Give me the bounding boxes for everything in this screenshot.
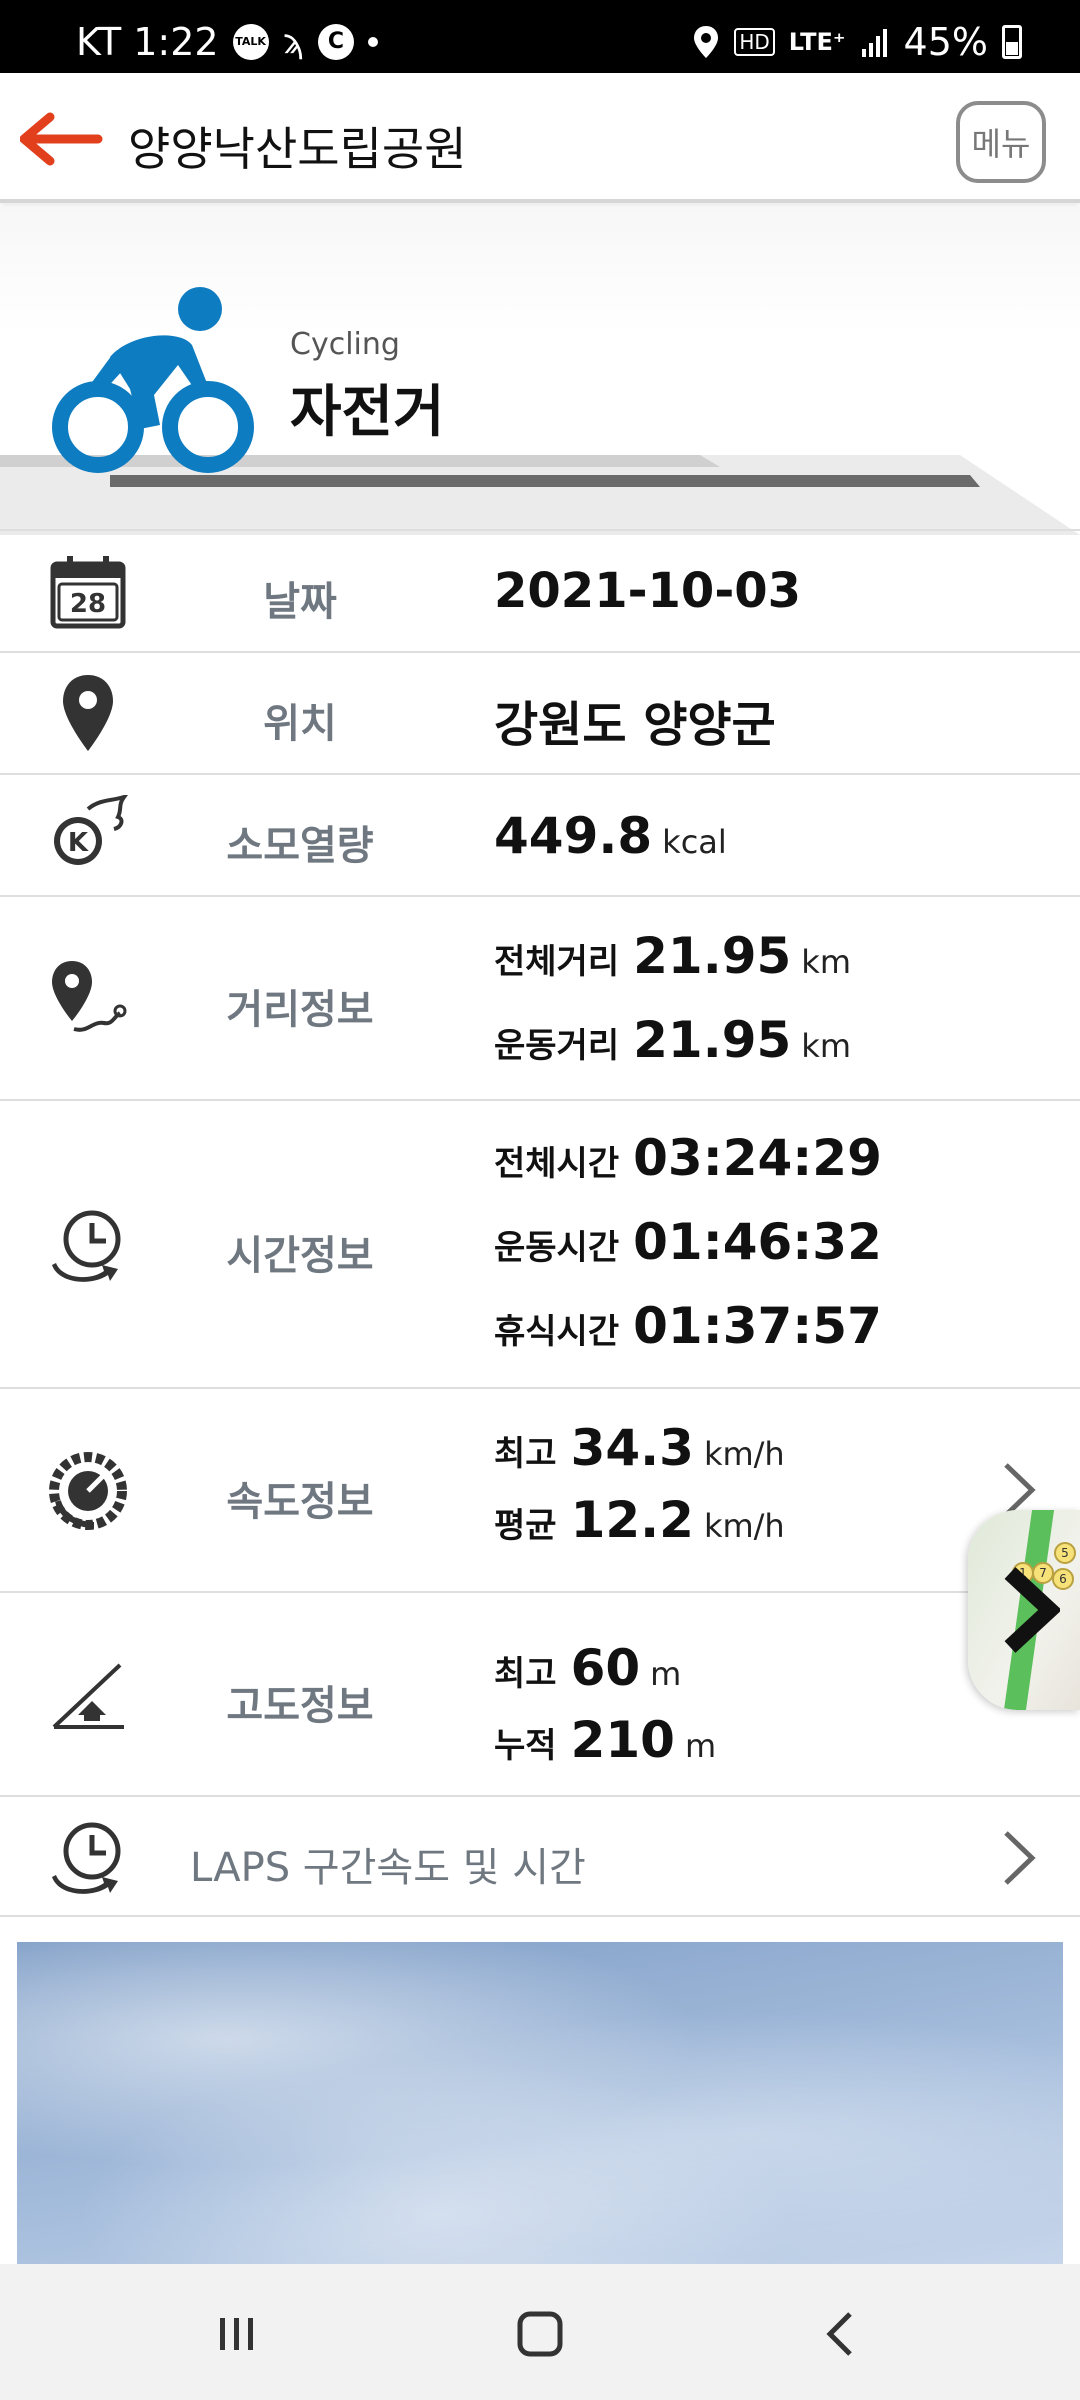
max-speed-label: 최고 bbox=[494, 1434, 557, 1474]
map-next-arrow-icon[interactable] bbox=[1000, 1565, 1060, 1655]
moving-distance-unit: km bbox=[801, 1027, 851, 1065]
total-time-value: 03:24:29 bbox=[633, 1129, 882, 1187]
altitude-label: 고도정보 bbox=[226, 1683, 374, 1729]
calories-row: K 소모열량 449.8 kcal bbox=[0, 773, 1080, 895]
back-button[interactable] bbox=[19, 111, 104, 167]
calendar-day: 28 bbox=[70, 589, 106, 619]
max-altitude-value: 60 bbox=[570, 1639, 641, 1697]
moving-time-label: 운동시간 bbox=[494, 1228, 620, 1268]
activity-photo[interactable] bbox=[17, 1942, 1063, 2264]
page-title: 양양낙산도립공원 bbox=[128, 122, 467, 176]
status-bar: KT 1:22 TALK ϡ C HD LTE⁺ 45% bbox=[0, 0, 1080, 73]
dot-icon bbox=[367, 37, 378, 47]
distance-row: 거리정보 전체거리 21.95 km 운동거리 21.95 km bbox=[0, 895, 1080, 1099]
home-icon[interactable] bbox=[510, 2304, 570, 2364]
system-nav-bar bbox=[0, 2264, 1080, 2400]
calorie-burn-icon: K bbox=[48, 795, 128, 875]
nav-back-icon[interactable] bbox=[812, 2304, 872, 2364]
elevation-icon bbox=[48, 1655, 128, 1735]
time-row: 시간정보 전체시간 03:24:29 운동시간 01:46:32 휴식시간 01:37… bbox=[0, 1099, 1080, 1387]
moving-distance-label: 운동거리 bbox=[494, 1026, 620, 1066]
laps-row[interactable]: LAPS 구간속도 및 시간 bbox=[0, 1795, 1080, 1917]
hd-icon: HD bbox=[734, 28, 775, 56]
speed-row[interactable]: 속도정보 최고 34.3 km/h 평균 12.2 km/h bbox=[0, 1387, 1080, 1591]
total-time-label: 전체시간 bbox=[494, 1144, 620, 1184]
total-distance-label: 전체거리 bbox=[494, 942, 620, 982]
c-icon: C bbox=[317, 24, 354, 60]
chevron-right-icon bbox=[1004, 1831, 1036, 1885]
cumulative-altitude-unit: m bbox=[684, 1727, 717, 1765]
cumulative-altitude-label: 누적 bbox=[494, 1726, 557, 1766]
carrier-time: KT 1:22 bbox=[76, 20, 219, 64]
calendar-icon: 28 bbox=[48, 553, 128, 633]
rest-time-value: 01:37:57 bbox=[633, 1297, 882, 1355]
map-marker: 5 bbox=[1054, 1542, 1076, 1564]
moving-time-value: 01:46:32 bbox=[633, 1213, 882, 1271]
location-label: 위치 bbox=[263, 701, 337, 747]
cumulative-altitude-value: 210 bbox=[570, 1711, 675, 1769]
lap-timer-icon bbox=[48, 1817, 128, 1897]
calories-unit: kcal bbox=[662, 823, 727, 861]
signal-icon bbox=[861, 29, 887, 57]
route-pin-icon bbox=[48, 959, 128, 1039]
location-status-icon bbox=[694, 26, 719, 58]
date-label: 날짜 bbox=[263, 579, 337, 625]
moving-distance-value: 21.95 bbox=[633, 1011, 792, 1069]
max-speed-unit: km/h bbox=[703, 1435, 785, 1473]
recent-apps-icon[interactable] bbox=[206, 2304, 266, 2364]
max-speed-value: 34.3 bbox=[570, 1419, 694, 1477]
location-row: 위치 강원도 양양군 bbox=[0, 651, 1080, 773]
app-bar: 양양낙산도립공원 메뉴 bbox=[0, 73, 1080, 203]
time-label: 시간정보 bbox=[226, 1233, 374, 1279]
calories-label: 소모열량 bbox=[226, 823, 374, 869]
activity-header: Cycling 자전거 bbox=[0, 207, 1080, 535]
battery-percent: 45% bbox=[903, 20, 988, 64]
laps-label: LAPS 구간속도 및 시간 bbox=[190, 1845, 586, 1891]
rest-time-label: 휴식시간 bbox=[494, 1312, 620, 1352]
total-distance-unit: km bbox=[801, 943, 851, 981]
battery-icon bbox=[1002, 25, 1022, 59]
talk-icon: TALK bbox=[232, 24, 269, 60]
menu-button[interactable]: 메뉴 bbox=[956, 101, 1046, 183]
cycling-icon bbox=[52, 287, 254, 473]
swirl-icon: ϡ bbox=[282, 22, 304, 62]
location-value: 강원도 양양군 bbox=[494, 697, 776, 753]
max-altitude-unit: m bbox=[650, 1655, 682, 1693]
speedometer-icon bbox=[48, 1451, 128, 1531]
max-altitude-label: 최고 bbox=[494, 1654, 557, 1694]
date-row: 28 날짜 2021-10-03 bbox=[0, 529, 1080, 651]
calorie-icon-letter: K bbox=[68, 828, 89, 858]
speed-label: 속도정보 bbox=[226, 1479, 374, 1525]
stopwatch-icon bbox=[48, 1205, 128, 1285]
distance-label: 거리정보 bbox=[226, 987, 374, 1033]
network-label: LTE⁺ bbox=[788, 28, 846, 56]
avg-speed-value: 12.2 bbox=[570, 1491, 694, 1549]
avg-speed-unit: km/h bbox=[703, 1507, 785, 1545]
avg-speed-label: 평균 bbox=[494, 1506, 557, 1546]
calories-value: 449.8 bbox=[494, 807, 653, 865]
activity-name-ko: 자전거 bbox=[290, 380, 445, 445]
altitude-row[interactable]: 고도정보 최고 60 m 누적 210 m bbox=[0, 1591, 1080, 1795]
activity-info-list: 28 날짜 2021-10-03 위치 강원도 양양군 K 소모열량 449.8… bbox=[0, 529, 1080, 1917]
total-distance-value: 21.95 bbox=[633, 927, 792, 985]
activity-name-en: Cycling bbox=[290, 327, 400, 362]
back-arrow-icon bbox=[19, 112, 103, 166]
map-pin-icon bbox=[48, 673, 128, 753]
date-value: 2021-10-03 bbox=[494, 563, 802, 619]
